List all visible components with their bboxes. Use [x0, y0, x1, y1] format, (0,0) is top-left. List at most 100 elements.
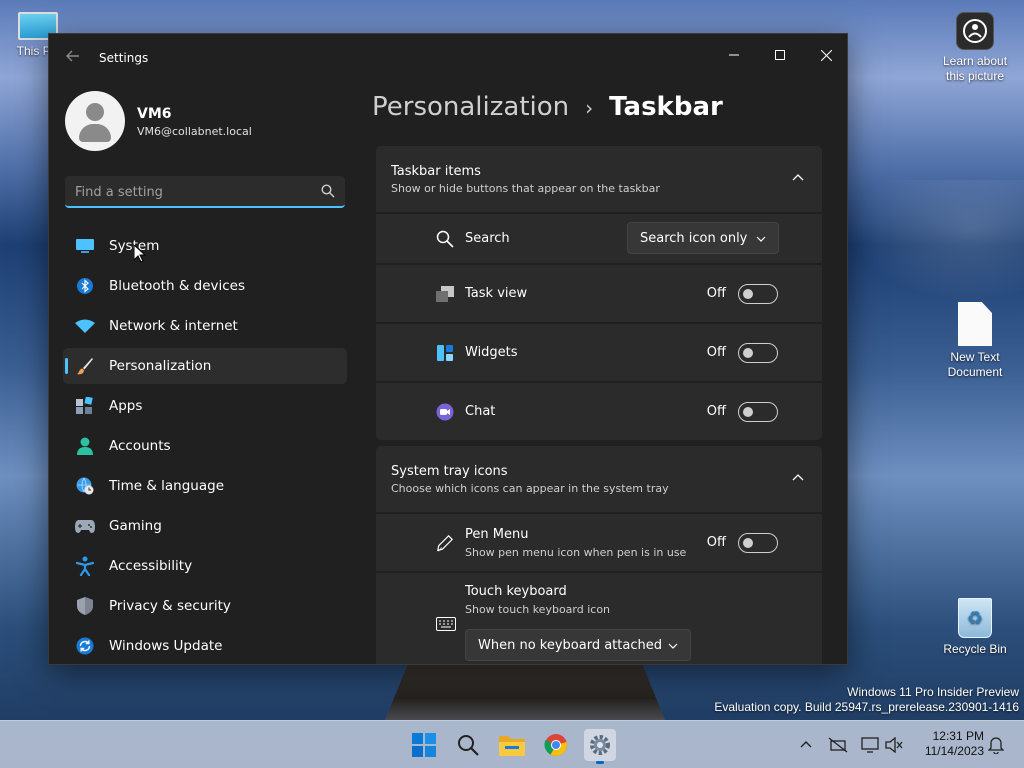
dropdown-value: When no keyboard attached	[478, 637, 662, 653]
taskbar-items-header[interactable]: Taskbar items Show or hide buttons that …	[376, 146, 822, 212]
task-view-row: Task view Off	[376, 265, 822, 322]
sidebar-item-bluetooth[interactable]: Bluetooth & devices	[63, 268, 347, 304]
taskbar-items-section: Taskbar items Show or hide buttons that …	[376, 146, 822, 440]
chevron-down-icon	[668, 643, 678, 649]
maximize-icon	[775, 50, 785, 60]
sidebar-item-gaming[interactable]: Gaming	[63, 508, 347, 544]
pen-icon	[436, 534, 454, 552]
avatar	[65, 91, 125, 151]
chrome-button[interactable]	[540, 729, 572, 761]
breadcrumb-parent[interactable]: Personalization	[372, 92, 569, 122]
sidebar-item-personalization[interactable]: Personalization	[63, 348, 347, 384]
app-title: Settings	[99, 51, 149, 65]
minimize-icon	[729, 54, 739, 56]
taskbar-search-button[interactable]	[452, 729, 484, 761]
clock-time: 12:31 PM	[932, 729, 984, 743]
row-label: Task view	[465, 286, 528, 301]
widgets-toggle[interactable]	[738, 343, 778, 363]
notifications-bell-icon[interactable]	[986, 735, 1006, 755]
sidebar-item-label: Accounts	[109, 438, 171, 454]
shield-icon	[75, 597, 95, 615]
network-disconnected-icon[interactable]	[828, 735, 848, 755]
mouse-cursor-icon	[134, 245, 146, 263]
chrome-icon	[544, 734, 567, 756]
minimize-button[interactable]	[711, 40, 757, 70]
desktop-icon-recycle-bin[interactable]: ♻ Recycle Bin	[935, 598, 1015, 657]
windows-logo-icon	[412, 733, 436, 757]
start-button[interactable]	[408, 729, 440, 761]
page-title: Taskbar	[609, 92, 723, 122]
text-file-icon	[958, 302, 992, 346]
gear-icon	[590, 735, 610, 755]
sidebar-item-network[interactable]: Network & internet	[63, 308, 347, 344]
sidebar-item-system[interactable]: System	[63, 228, 347, 264]
search-display-dropdown[interactable]: Search icon only	[627, 222, 779, 254]
sidebar-item-label: Windows Update	[109, 638, 223, 654]
sidebar-item-accounts[interactable]: Accounts	[63, 428, 347, 464]
settings-taskbar-button[interactable]	[584, 729, 616, 764]
desktop-icon-label: New Text Document	[947, 350, 1003, 379]
watermark-line-1: Windows 11 Pro Insider Preview	[847, 685, 1019, 699]
system-tray-header[interactable]: System tray icons Choose which icons can…	[376, 446, 822, 512]
sidebar-item-privacy-security[interactable]: Privacy & security	[63, 588, 347, 624]
title-bar[interactable]: Settings	[49, 34, 847, 80]
monitor-icon	[75, 237, 95, 255]
close-icon	[820, 49, 832, 61]
section-title: System tray icons	[391, 464, 508, 479]
folder-icon	[499, 736, 525, 756]
task-view-toggle[interactable]	[738, 284, 778, 304]
toggle-state: Off	[706, 404, 726, 419]
sidebar-item-label: Network & internet	[109, 318, 238, 334]
close-button[interactable]	[803, 40, 847, 70]
widgets-row: Widgets Off	[376, 324, 822, 381]
search-icon	[458, 735, 479, 756]
row-label: Widgets	[465, 345, 518, 360]
search-box[interactable]	[65, 176, 345, 208]
sidebar-item-time-language[interactable]: Time & language	[63, 468, 347, 504]
system-tray-section: System tray icons Choose which icons can…	[376, 446, 822, 664]
row-subtitle: Show pen menu icon when pen is in use	[465, 546, 687, 559]
back-button[interactable]	[63, 48, 83, 68]
accessibility-icon	[75, 556, 95, 576]
search-icon	[436, 230, 454, 248]
task-view-icon	[436, 285, 454, 303]
toggle-state: Off	[706, 286, 726, 301]
pen-menu-toggle[interactable]	[738, 533, 778, 553]
search-row: Search Search icon only	[376, 214, 822, 263]
sidebar-item-apps[interactable]: Apps	[63, 388, 347, 424]
chevron-up-icon	[792, 174, 804, 181]
breadcrumb-separator: ›	[585, 96, 594, 120]
chevron-up-icon	[792, 474, 804, 481]
sidebar-item-label: Accessibility	[109, 558, 193, 574]
wifi-icon	[75, 317, 95, 335]
settings-window: Settings VM6 VM6@collabnet.local System …	[48, 33, 848, 665]
arrow-left-icon	[66, 50, 79, 62]
user-profile[interactable]: VM6 VM6@collabnet.local	[65, 91, 355, 151]
display-icon[interactable]	[860, 735, 880, 755]
wallpaper-wave	[848, 180, 1024, 300]
volume-muted-icon[interactable]	[884, 735, 904, 755]
person-icon	[75, 437, 95, 455]
clock[interactable]: 12:31 PM 11/14/2023	[904, 729, 984, 759]
user-email: VM6@collabnet.local	[137, 125, 252, 138]
watermark-line-2: Evaluation copy. Build 25947.rs_prerelea…	[714, 700, 1019, 714]
sidebar-item-label: Personalization	[109, 358, 212, 374]
search-input[interactable]	[75, 183, 310, 201]
row-label: Pen Menu	[465, 527, 529, 542]
chat-toggle[interactable]	[738, 402, 778, 422]
row-subtitle: Show touch keyboard icon	[465, 603, 611, 616]
bluetooth-icon	[75, 277, 95, 295]
breadcrumb: Personalization › Taskbar	[372, 92, 723, 132]
file-explorer-button[interactable]	[496, 729, 528, 761]
evaluation-watermark: Windows 11 Pro Insider Preview Evaluatio…	[714, 685, 1019, 715]
sidebar-item-label: Gaming	[109, 518, 162, 534]
search-icon	[321, 184, 335, 198]
touch-keyboard-dropdown[interactable]: When no keyboard attached	[465, 629, 691, 661]
row-label: Search	[465, 231, 510, 246]
sidebar-item-windows-update[interactable]: Windows Update	[63, 628, 347, 664]
desktop-icon-new-text-document[interactable]: New Text Document	[935, 302, 1015, 380]
sidebar-item-accessibility[interactable]: Accessibility	[63, 548, 347, 584]
desktop-icon-learn-about-picture[interactable]: Learn about this picture	[935, 12, 1015, 84]
maximize-button[interactable]	[757, 40, 803, 70]
chevron-up-icon[interactable]	[796, 735, 816, 755]
